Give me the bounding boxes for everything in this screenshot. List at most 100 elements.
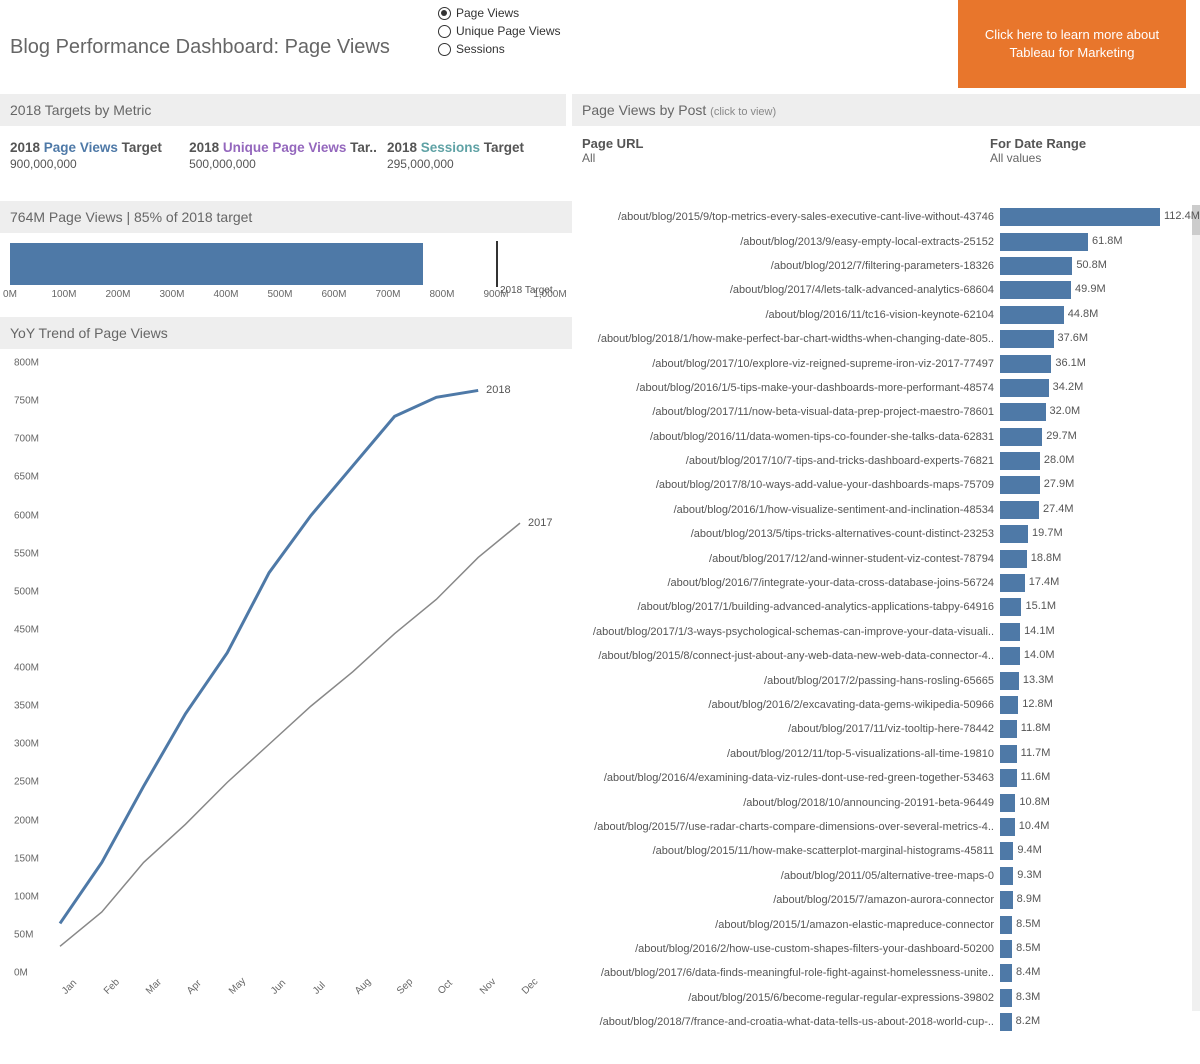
post-bar	[1000, 1013, 1012, 1031]
post-bar-value: 37.6M	[1058, 332, 1089, 344]
target-title: 2018 Page Views Target	[10, 140, 179, 155]
post-bar-row[interactable]: /about/blog/2017/12/and-winner-student-v…	[576, 546, 1194, 570]
series-label-2017: 2017	[528, 517, 552, 529]
axis-tick: 200M	[105, 289, 130, 300]
posts-header: Page Views by Post (click to view)	[572, 94, 1200, 126]
progress-bar-fill	[10, 243, 423, 285]
post-bar	[1000, 647, 1020, 665]
post-bar-row[interactable]: /about/blog/2017/11/viz-tooltip-here-784…	[576, 717, 1194, 741]
line-series	[60, 390, 478, 923]
series-label-2018: 2018	[486, 384, 510, 396]
post-bar-row[interactable]: /about/blog/2017/10/explore-viz-reigned-…	[576, 351, 1194, 375]
radio-icon	[438, 25, 451, 38]
axis-tick: 800M	[429, 289, 454, 300]
post-bar-row[interactable]: /about/blog/2017/10/7-tips-and-tricks-da…	[576, 449, 1194, 473]
post-bar-value: 8.9M	[1017, 893, 1041, 905]
post-url-label: /about/blog/2012/7/filtering-parameters-…	[576, 260, 1000, 272]
daterange-filter-value[interactable]: All values	[990, 151, 1190, 165]
axis-tick: 600M	[321, 289, 346, 300]
metric-radio-sessions[interactable]: Sessions	[438, 40, 958, 58]
post-bar-row[interactable]: /about/blog/2016/7/integrate-your-data-c…	[576, 571, 1194, 595]
yoy-chart[interactable]: 0M50M100M150M200M250M300M350M400M450M500…	[10, 355, 562, 1015]
post-bar-row[interactable]: /about/blog/2017/1/building-advanced-ana…	[576, 595, 1194, 619]
post-bar-row[interactable]: /about/blog/2012/11/top-5-visualizations…	[576, 742, 1194, 766]
progress-chart[interactable]: 2018 Target	[10, 243, 550, 285]
post-bar-row[interactable]: /about/blog/2012/7/filtering-parameters-…	[576, 254, 1194, 278]
post-bar-row[interactable]: /about/blog/2015/7/use-radar-charts-comp…	[576, 815, 1194, 839]
post-bar	[1000, 428, 1042, 446]
post-bar-row[interactable]: /about/blog/2011/05/alternative-tree-map…	[576, 864, 1194, 888]
post-bar-row[interactable]: /about/blog/2016/1/5-tips-make-your-dash…	[576, 376, 1194, 400]
post-bar-value: 61.8M	[1092, 235, 1123, 247]
posts-header-suffix: (click to view)	[710, 106, 776, 118]
post-bar-value: 8.5M	[1016, 942, 1040, 954]
post-bar-row[interactable]: /about/blog/2016/2/excavating-data-gems-…	[576, 693, 1194, 717]
target-value: 295,000,000	[387, 157, 556, 171]
post-bar	[1000, 379, 1049, 397]
axis-tick: 400M	[213, 289, 238, 300]
post-url-label: /about/blog/2018/10/announcing-20191-bet…	[576, 797, 1000, 809]
post-url-label: /about/blog/2016/2/excavating-data-gems-…	[576, 699, 1000, 711]
post-bar	[1000, 964, 1012, 982]
line-series	[60, 523, 520, 946]
post-bar-row[interactable]: /about/blog/2017/4/lets-talk-advanced-an…	[576, 278, 1194, 302]
post-bar-row[interactable]: /about/blog/2017/11/now-beta-visual-data…	[576, 400, 1194, 424]
post-bar-row[interactable]: /about/blog/2018/7/france-and-croatia-wh…	[576, 1010, 1194, 1034]
post-url-label: /about/blog/2017/1/building-advanced-ana…	[576, 601, 1000, 613]
post-bar-row[interactable]: /about/blog/2017/8/10-ways-add-value-you…	[576, 473, 1194, 497]
post-bar-row[interactable]: /about/blog/2016/11/data-women-tips-co-f…	[576, 425, 1194, 449]
post-url-label: /about/blog/2015/11/how-make-scatterplot…	[576, 845, 1000, 857]
targets-header: 2018 Targets by Metric	[0, 94, 566, 126]
post-url-label: /about/blog/2015/6/become-regular-regula…	[576, 992, 1000, 1004]
target-col: 2018 Unique Page Views Tar..500,000,000	[189, 140, 377, 171]
progress-header: 764M Page Views | 85% of 2018 target	[0, 201, 572, 233]
post-bar	[1000, 720, 1017, 738]
post-bar	[1000, 940, 1012, 958]
post-bar-value: 8.3M	[1016, 991, 1040, 1003]
post-url-label: /about/blog/2016/2/how-use-custom-shapes…	[576, 943, 1000, 955]
post-url-label: /about/blog/2015/7/amazon-aurora-connect…	[576, 894, 1000, 906]
dashboard-title: Blog Performance Dashboard: Page Views	[10, 36, 438, 59]
post-bar-row[interactable]: /about/blog/2016/1/how-visualize-sentime…	[576, 498, 1194, 522]
pageurl-filter-value[interactable]: All	[582, 151, 990, 165]
post-bar-row[interactable]: /about/blog/2017/6/data-finds-meaningful…	[576, 961, 1194, 985]
post-bar-value: 18.8M	[1031, 552, 1062, 564]
post-bar-row[interactable]: /about/blog/2018/1/how-make-perfect-bar-…	[576, 327, 1194, 351]
post-bar-row[interactable]: /about/blog/2017/2/passing-hans-rosling-…	[576, 668, 1194, 692]
post-url-label: /about/blog/2012/11/top-5-visualizations…	[576, 748, 1000, 760]
post-bar	[1000, 769, 1017, 787]
post-bar	[1000, 330, 1054, 348]
post-bar-value: 27.4M	[1043, 503, 1074, 515]
post-bar	[1000, 794, 1015, 812]
post-bar-row[interactable]: /about/blog/2016/2/how-use-custom-shapes…	[576, 937, 1194, 961]
post-bar-row[interactable]: /about/blog/2016/11/tc16-vision-keynote-…	[576, 303, 1194, 327]
post-bar-value: 14.1M	[1024, 625, 1055, 637]
axis-tick: 500M	[267, 289, 292, 300]
post-bar-row[interactable]: /about/blog/2017/1/3-ways-psychological-…	[576, 620, 1194, 644]
post-bar-row[interactable]: /about/blog/2013/9/easy-empty-local-extr…	[576, 229, 1194, 253]
post-url-label: /about/blog/2017/11/now-beta-visual-data…	[576, 406, 1000, 418]
post-bar-value: 10.8M	[1019, 796, 1050, 808]
post-bar-row[interactable]: /about/blog/2015/11/how-make-scatterplot…	[576, 839, 1194, 863]
post-bar	[1000, 598, 1021, 616]
post-url-label: /about/blog/2015/9/top-metrics-every-sal…	[576, 211, 1000, 223]
post-bar	[1000, 355, 1051, 373]
post-bar-row[interactable]: /about/blog/2015/6/become-regular-regula…	[576, 986, 1194, 1010]
post-bar-row[interactable]: /about/blog/2015/1/amazon-elastic-mapred…	[576, 912, 1194, 936]
post-bar-row[interactable]: /about/blog/2015/8/connect-just-about-an…	[576, 644, 1194, 668]
post-bar-row[interactable]: /about/blog/2015/9/top-metrics-every-sal…	[576, 205, 1194, 229]
metric-radio-unique-page-views[interactable]: Unique Page Views	[438, 22, 958, 40]
post-bar	[1000, 476, 1040, 494]
post-bar-row[interactable]: /about/blog/2018/10/announcing-20191-bet…	[576, 790, 1194, 814]
post-bar-row[interactable]: /about/blog/2015/7/amazon-aurora-connect…	[576, 888, 1194, 912]
posts-bar-chart[interactable]: /about/blog/2015/9/top-metrics-every-sal…	[572, 201, 1200, 1034]
post-bar	[1000, 623, 1020, 641]
post-bar-value: 9.3M	[1017, 869, 1041, 881]
target-col: 2018 Page Views Target900,000,000	[10, 140, 179, 171]
post-bar-row[interactable]: /about/blog/2013/5/tips-tricks-alternati…	[576, 522, 1194, 546]
yoy-header: YoY Trend of Page Views	[0, 317, 572, 349]
cta-banner[interactable]: Click here to learn more about Tableau f…	[958, 0, 1186, 88]
post-bar-row[interactable]: /about/blog/2016/4/examining-data-viz-ru…	[576, 766, 1194, 790]
metric-radio-page-views[interactable]: Page Views	[438, 4, 958, 22]
radio-label: Unique Page Views	[456, 24, 561, 38]
